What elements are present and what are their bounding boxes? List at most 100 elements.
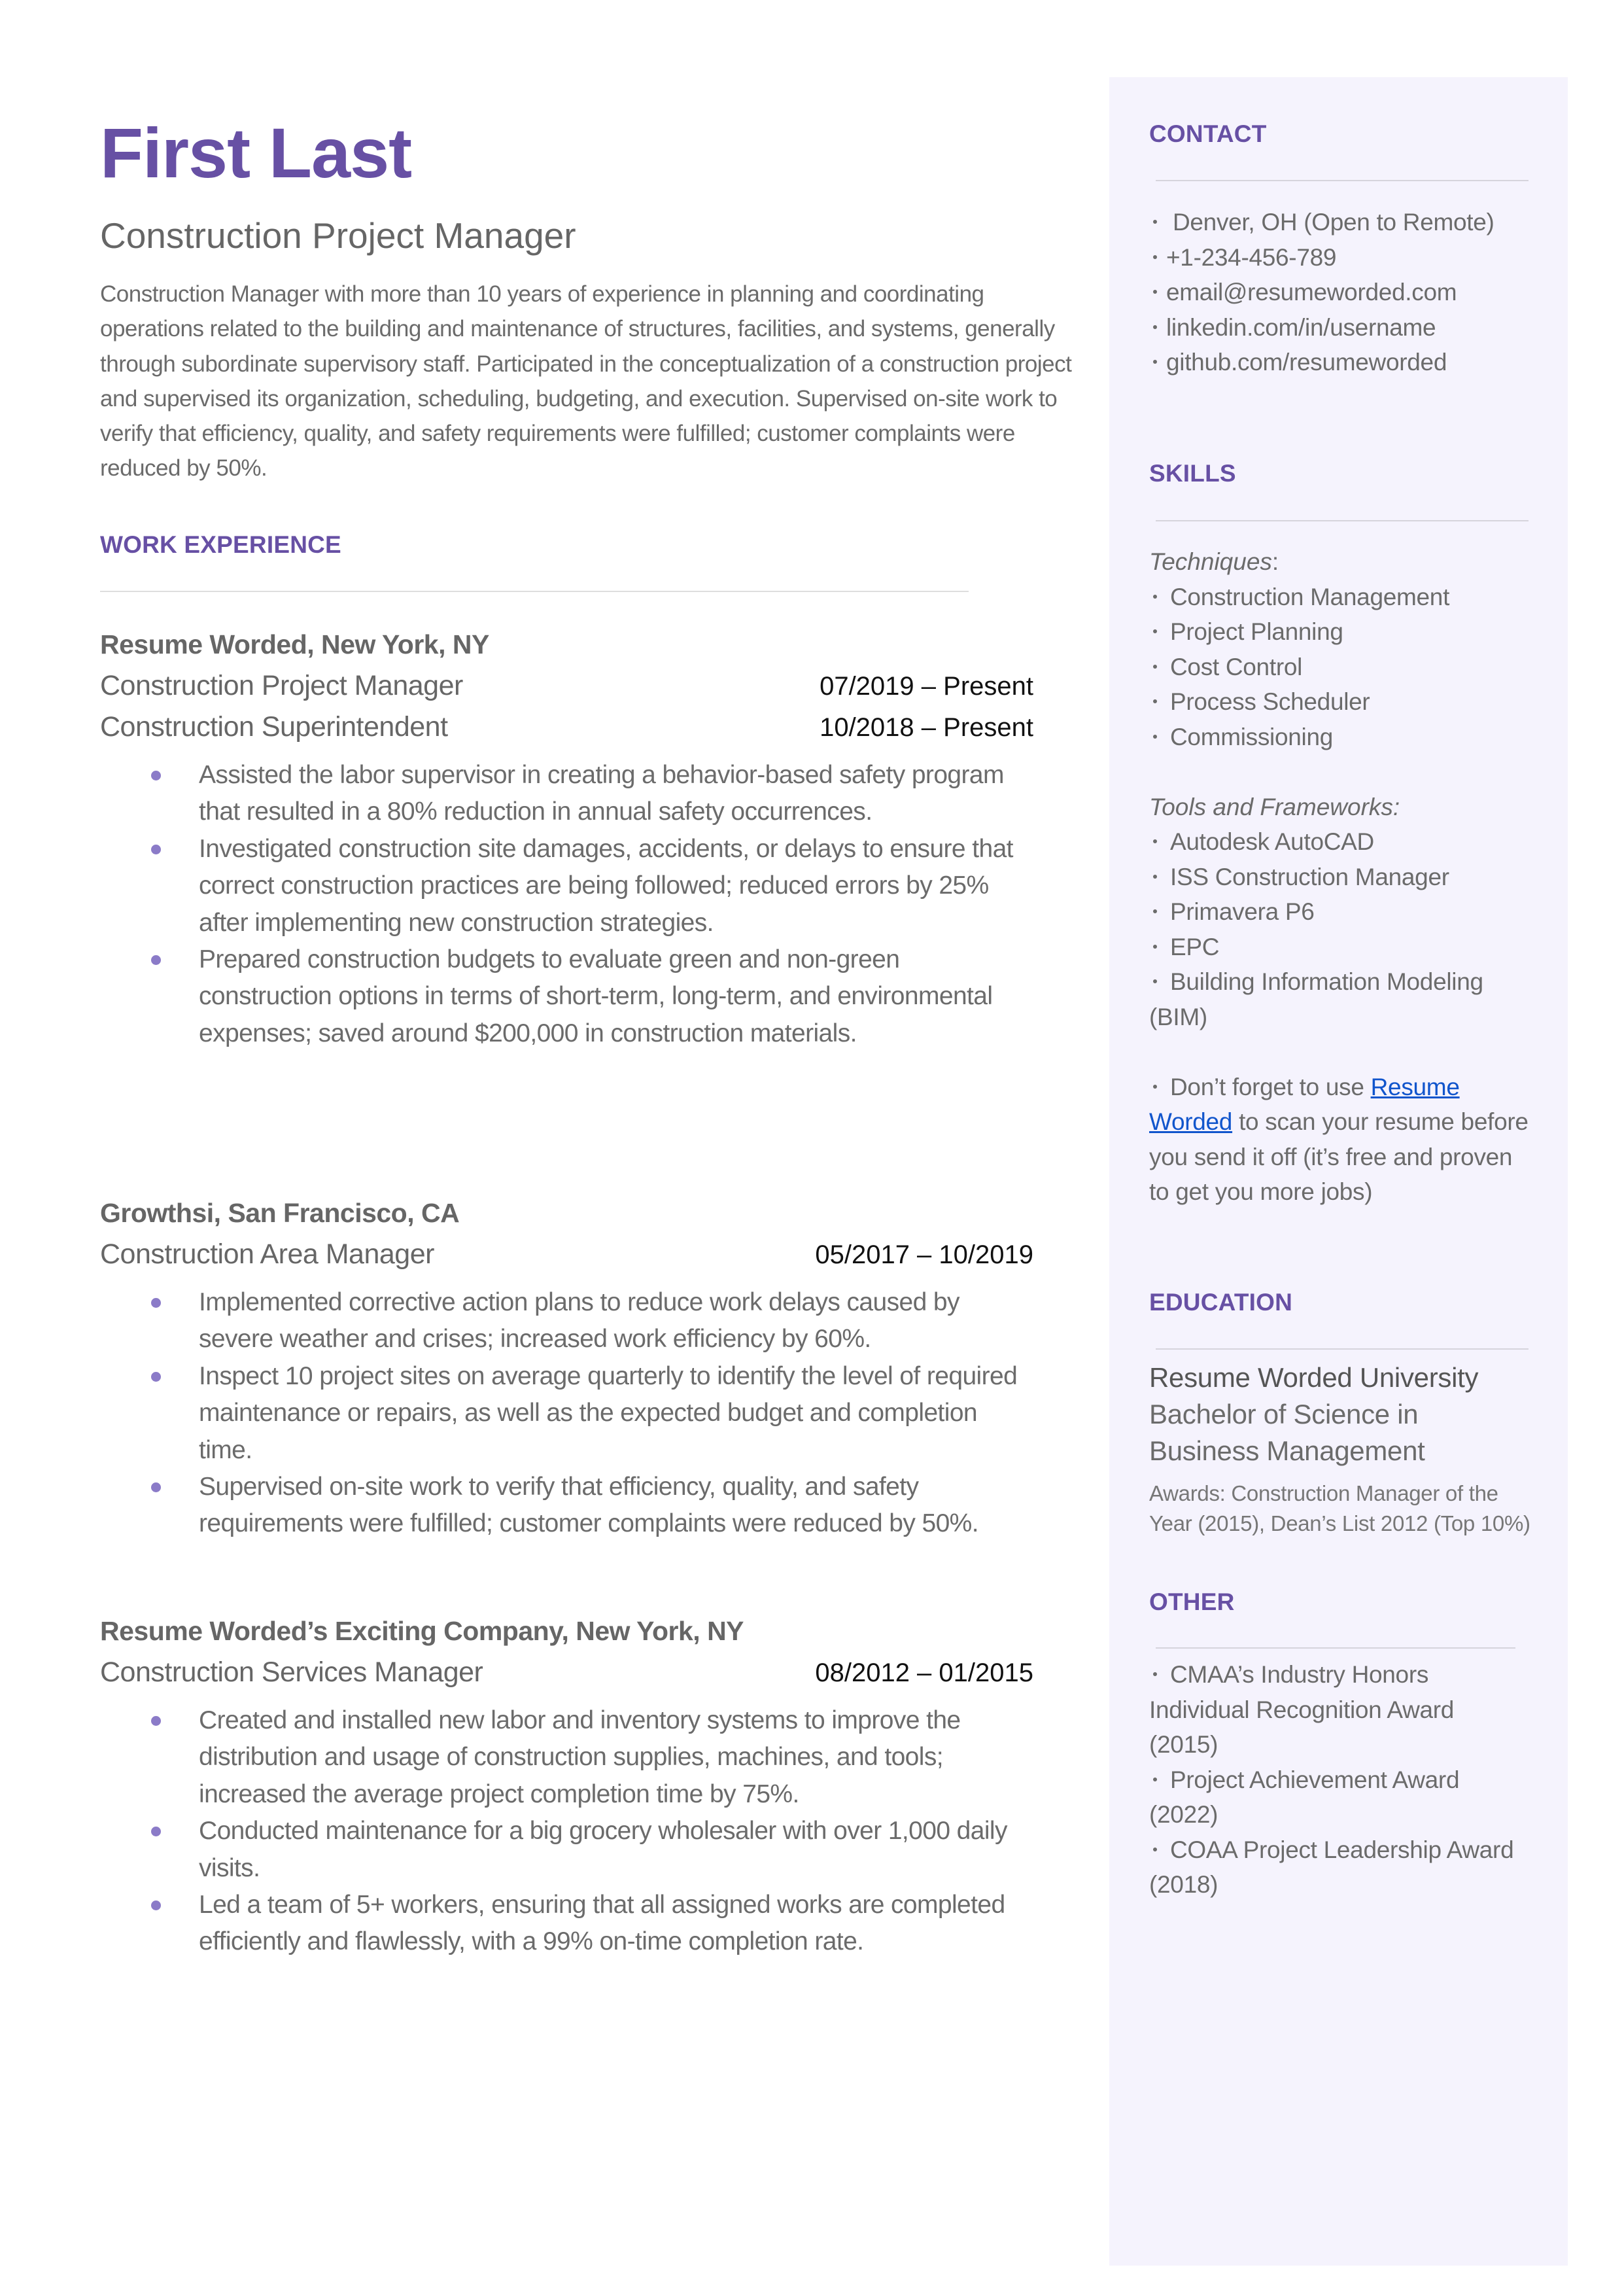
- bullet-dot-icon: [1153, 254, 1157, 259]
- skill-text: Project Planning: [1170, 618, 1343, 645]
- job-company: Growthsi, San Francisco, CA: [100, 1198, 460, 1228]
- work-experience-heading: WORK EXPERIENCE: [100, 531, 341, 558]
- tool-text: Building Information Modeling (BIM): [1149, 968, 1483, 1030]
- work-experience-divider: [100, 591, 969, 592]
- contact-phone-text[interactable]: +1-234-456-789: [1166, 244, 1336, 271]
- bullet-dot-icon: [151, 1827, 161, 1837]
- job-company: Resume Worded, New York, NY: [100, 629, 489, 659]
- job-role-row: Construction Superintendent 10/2018 – Pr…: [100, 707, 1033, 748]
- bullet-dot-icon: [1153, 699, 1157, 704]
- contact-github-link[interactable]: github.com/resumeworded: [1166, 349, 1447, 376]
- job-bullet: Implemented corrective action plans to r…: [100, 1284, 1033, 1358]
- job-bullet-text: Inspect 10 project sites on average quar…: [199, 1361, 1018, 1464]
- bullet-dot-icon: [151, 955, 161, 966]
- bullet-dot-icon: [1153, 944, 1157, 949]
- skills-block: Techniques: Construction Management Proj…: [1149, 544, 1542, 1210]
- contact-email: email@resumeworded.com: [1149, 275, 1542, 310]
- skill-text: Construction Management: [1170, 583, 1450, 610]
- contact-github: github.com/resumeworded: [1149, 345, 1542, 380]
- skill-item: Commissioning: [1149, 720, 1542, 755]
- bullet-dot-icon: [1153, 1777, 1157, 1781]
- contact-location-text: Denver, OH (Open to Remote): [1166, 209, 1494, 236]
- tool-item: Building Information Modeling (BIM): [1149, 964, 1515, 1034]
- skill-text: Cost Control: [1170, 653, 1303, 680]
- other-item-text: COAA Project Leadership Award (2018): [1149, 1836, 1514, 1899]
- job-bullet: Supervised on-site work to verify that e…: [100, 1469, 1033, 1543]
- bullet-dot-icon: [1153, 664, 1157, 669]
- tool-item: Autodesk AutoCAD: [1149, 824, 1542, 860]
- contact-list: Denver, OH (Open to Remote) +1-234-456-7…: [1149, 205, 1542, 380]
- tool-item: EPC: [1149, 930, 1542, 965]
- bullet-dot-icon: [1153, 874, 1157, 879]
- resume-worded-note: Don’t forget to use Resume Worded to sca…: [1149, 1070, 1529, 1210]
- summary-paragraph: Construction Manager with more than 10 y…: [100, 281, 1072, 482]
- bullet-dot-icon: [1153, 594, 1157, 599]
- tool-text: Autodesk AutoCAD: [1170, 828, 1374, 855]
- job-entry: Resume Worded, New York, NY Construction…: [100, 624, 1033, 1052]
- job-entry: Growthsi, San Francisco, CA Construction…: [100, 1193, 1033, 1543]
- job-bullet-text: Conducted maintenance for a big grocery …: [199, 1817, 1007, 1882]
- techniques-label-colon: :: [1271, 548, 1279, 575]
- contact-divider: [1156, 180, 1529, 181]
- bullet-dot-icon: [151, 1901, 161, 1911]
- skill-item: Project Planning: [1149, 614, 1542, 650]
- job-bullet-text: Implemented corrective action plans to r…: [199, 1288, 960, 1354]
- education-heading: EDUCATION: [1149, 1289, 1292, 1316]
- bullet-dot-icon: [1153, 220, 1157, 224]
- job-company: Resume Worded’s Exciting Company, New Yo…: [100, 1616, 744, 1646]
- tools-list: Autodesk AutoCAD ISS Construction Manage…: [1149, 824, 1542, 1034]
- other-item-text: Project Achievement Award (2022): [1149, 1766, 1460, 1829]
- bullet-dot-icon: [151, 1371, 161, 1382]
- bullet-dot-icon: [1153, 909, 1157, 914]
- education-degree: Bachelor of Science in Business Manageme…: [1149, 1399, 1425, 1466]
- bullet-dot-icon: [1153, 629, 1157, 634]
- bullet-dot-icon: [1153, 979, 1157, 984]
- skill-item: Process Scheduler: [1149, 684, 1542, 720]
- job-bullet: Inspect 10 project sites on average quar…: [100, 1358, 1033, 1469]
- contact-heading: CONTACT: [1149, 120, 1267, 147]
- job-bullets: Assisted the labor supervisor in creatin…: [100, 757, 1033, 1052]
- note-text-before: Don’t forget to use: [1170, 1073, 1371, 1100]
- education-block: Resume Worded University Bachelor of Sci…: [1149, 1359, 1535, 1539]
- other-heading: OTHER: [1149, 1588, 1235, 1615]
- candidate-name: First Last: [100, 113, 412, 192]
- tool-item: Primavera P6: [1149, 894, 1542, 930]
- job-bullet-text: Supervised on-site work to verify that e…: [199, 1473, 979, 1538]
- contact-email-link[interactable]: email@resumeworded.com: [1166, 279, 1457, 306]
- job-bullet-text: Investigated construction site damages, …: [199, 834, 1014, 937]
- contact-linkedin-link[interactable]: linkedin.com/in/username: [1166, 314, 1436, 341]
- tool-text: EPC: [1170, 933, 1220, 960]
- job-role-row: Construction Services Manager 08/2012 – …: [100, 1652, 1033, 1693]
- bullet-dot-icon: [1153, 290, 1157, 294]
- job-bullet: Investigated construction site damages, …: [100, 831, 1033, 941]
- bullet-dot-icon: [1153, 360, 1157, 364]
- job-bullets: Created and installed new labor and inve…: [100, 1702, 1033, 1961]
- job-dates: 10/2018 – Present: [820, 713, 1033, 742]
- bullet-dot-icon: [1153, 1847, 1157, 1851]
- tool-text: Primavera P6: [1170, 898, 1315, 925]
- job-bullet: Assisted the labor supervisor in creatin…: [100, 757, 1033, 831]
- job-bullet: Created and installed new labor and inve…: [100, 1702, 1033, 1813]
- bullet-dot-icon: [151, 1482, 161, 1493]
- contact-phone: +1-234-456-789: [1149, 240, 1542, 275]
- job-title: Construction Superintendent: [100, 711, 448, 743]
- skill-item: Cost Control: [1149, 650, 1542, 685]
- job-bullet-text: Created and installed new labor and inve…: [199, 1706, 961, 1808]
- skills-heading: SKILLS: [1149, 460, 1236, 487]
- other-item: COAA Project Leadership Award (2018): [1149, 1832, 1529, 1902]
- job-title: Construction Services Manager: [100, 1656, 483, 1688]
- other-item: Project Achievement Award (2022): [1149, 1762, 1529, 1832]
- job-dates: 05/2017 – 10/2019: [815, 1240, 1033, 1269]
- bullet-dot-icon: [1153, 839, 1157, 844]
- job-role-row: Construction Area Manager 05/2017 – 10/2…: [100, 1234, 1033, 1275]
- bullet-dot-icon: [151, 1716, 161, 1726]
- job-bullet-text: Led a team of 5+ workers, ensuring that …: [199, 1891, 1005, 1956]
- job-bullets: Implemented corrective action plans to r…: [100, 1284, 1033, 1543]
- candidate-title: Construction Project Manager: [100, 215, 576, 256]
- job-dates: 08/2012 – 01/2015: [815, 1658, 1033, 1687]
- job-dates: 07/2019 – Present: [820, 672, 1033, 701]
- skill-text: Commissioning: [1170, 723, 1334, 750]
- bullet-dot-icon: [1153, 734, 1157, 739]
- tool-item: ISS Construction Manager: [1149, 860, 1542, 895]
